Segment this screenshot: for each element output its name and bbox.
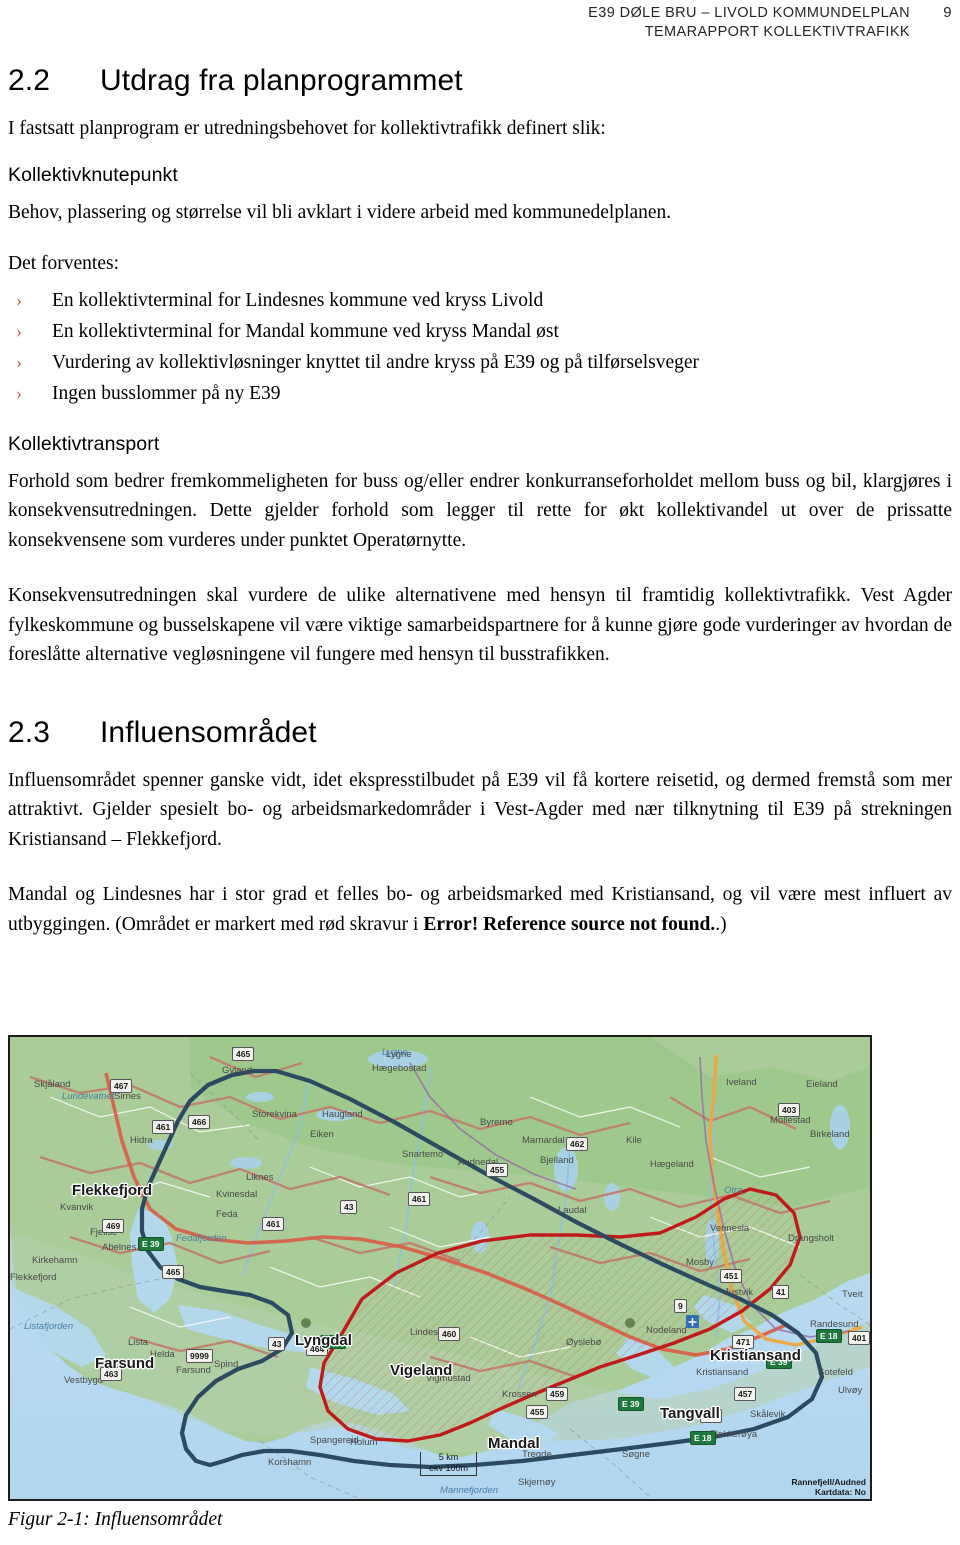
page-header: E39 DØLE BRU – LIVOLD KOMMUNDELPLAN TEMA…	[0, 4, 960, 42]
road-shield: 462	[566, 1137, 589, 1151]
header-title-line2: TEMARAPPORT KOLLEKTIVTRAFIKK	[644, 24, 910, 40]
road-shield: 466	[188, 1115, 211, 1129]
road-shield: 471	[732, 1335, 755, 1349]
e-road-shield: E 18	[690, 1431, 716, 1445]
e-road-shield: E 39	[320, 1335, 346, 1349]
paragraph-text-after-error: .)	[715, 913, 727, 935]
road-shield: 459	[546, 1387, 569, 1401]
road-shield: 465	[232, 1047, 255, 1061]
road-shield: 455	[486, 1163, 509, 1177]
scale-equivalent: ekv 100m	[429, 1463, 469, 1473]
document-content: 2.2 Utdrag fra planprogrammet I fastsatt…	[8, 62, 952, 939]
list-item: › Vurdering av kollektivløsninger knytte…	[8, 347, 952, 378]
section-title-2-2: Utdrag fra planprogrammet	[100, 64, 463, 97]
expectations-lead: Det forventes:	[8, 253, 120, 274]
road-shield: 403	[778, 1103, 801, 1117]
kollektivtransport-paragraph-1: Forhold som bedrer fremkommeligheten for…	[8, 470, 952, 551]
list-item: › En kollektivterminal for Mandal kommun…	[8, 316, 952, 347]
chevron-bullet-icon: ›	[16, 320, 22, 341]
e-road-shield: E 39	[138, 1237, 164, 1251]
road-shield: 451	[720, 1269, 743, 1283]
section-number-2-3: 2.3	[8, 715, 51, 749]
kollektivtransport-paragraph-2: Konsekvensutredningen skal vurdere de ul…	[8, 585, 952, 665]
reference-error-text: Error! Reference source not found.	[423, 913, 716, 935]
road-shield: 457	[734, 1387, 757, 1401]
subheading-kollektivtransport: Kollektivtransport	[8, 432, 160, 455]
list-item-label: Vurdering av kollektivløsninger knyttet …	[52, 351, 700, 373]
road-shield: 9999	[186, 1349, 213, 1363]
road-shield: 461	[408, 1192, 431, 1206]
scale-distance: 5 km	[438, 1452, 459, 1462]
kollektivknutepunkt-body: Behov, plassering og størrelse vil bli a…	[8, 201, 672, 223]
road-shield: 467	[110, 1079, 133, 1093]
road-shield: 401	[848, 1331, 870, 1345]
airport-icon	[686, 1315, 699, 1328]
map-scale-bar: 5 km ekv 100m	[420, 1452, 478, 1476]
page-number: 9	[943, 4, 952, 21]
list-item: › En kollektivterminal for Lindesnes kom…	[8, 285, 952, 316]
e-road-shield: E 18	[816, 1329, 842, 1343]
subheading-kollektivknutepunkt: Kollektivknutepunkt	[8, 163, 178, 186]
figure-influensomradet: Listafjorden Fedafjorden Lundevatnet Lyg…	[8, 1035, 872, 1501]
attribution-line-2: Kartdata: No	[814, 1487, 866, 1497]
road-shield: 9	[674, 1299, 687, 1313]
attribution-line-1: Rannefjell/Audned	[791, 1477, 866, 1487]
road-shield: 460	[438, 1327, 461, 1341]
section-heading-2-2: 2.2 Utdrag fra planprogrammet	[8, 62, 952, 100]
road-shield: 469	[102, 1219, 125, 1233]
road-shield: 455	[700, 1409, 723, 1423]
road-shield: 463	[100, 1367, 123, 1381]
section-2-3-paragraph-2: Mandal og Lindesnes har i stor grad et f…	[8, 880, 952, 939]
section-2-3-paragraph-1: Influensområdet spenner ganske vidt, ide…	[8, 769, 952, 850]
list-item-label: En kollektivterminal for Mandal kommune …	[52, 320, 559, 342]
expectations-list: › En kollektivterminal for Lindesnes kom…	[8, 285, 952, 409]
road-shield: 461	[152, 1120, 175, 1134]
road-shield: 455	[526, 1405, 549, 1419]
section-title-2-3: Influensområdet	[100, 715, 317, 749]
header-title-line1: E39 DØLE BRU – LIVOLD KOMMUNDELPLAN	[588, 5, 910, 21]
figure-caption: Figur 2-1: Influensområdet	[8, 1509, 223, 1530]
list-item-label: En kollektivterminal for Lindesnes kommu…	[52, 289, 544, 311]
list-item: › Ingen busslommer på ny E39	[8, 378, 952, 409]
road-shield: 465	[162, 1265, 185, 1279]
map-image: Listafjorden Fedafjorden Lundevatnet Lyg…	[8, 1035, 872, 1501]
e-road-shield: E 39	[766, 1355, 792, 1369]
chevron-bullet-icon: ›	[16, 351, 22, 372]
road-shield: 43	[340, 1200, 358, 1214]
chevron-bullet-icon: ›	[16, 289, 22, 310]
road-shield: 43	[268, 1337, 286, 1351]
section-heading-2-3: 2.3 Influensområdet	[8, 714, 952, 752]
road-shield: 41	[772, 1285, 790, 1299]
road-shield: 461	[262, 1217, 285, 1231]
chevron-bullet-icon: ›	[16, 382, 22, 403]
map-attribution: Rannefjell/Audned Kartdata: No	[791, 1477, 866, 1497]
list-item-label: Ingen busslommer på ny E39	[52, 382, 281, 404]
map-graphic	[10, 1037, 870, 1499]
section-2-2-intro: I fastsatt planprogram er utredningsbeho…	[8, 118, 606, 139]
section-number-2-2: 2.2	[8, 64, 51, 97]
e-road-shield: E 39	[618, 1397, 644, 1411]
